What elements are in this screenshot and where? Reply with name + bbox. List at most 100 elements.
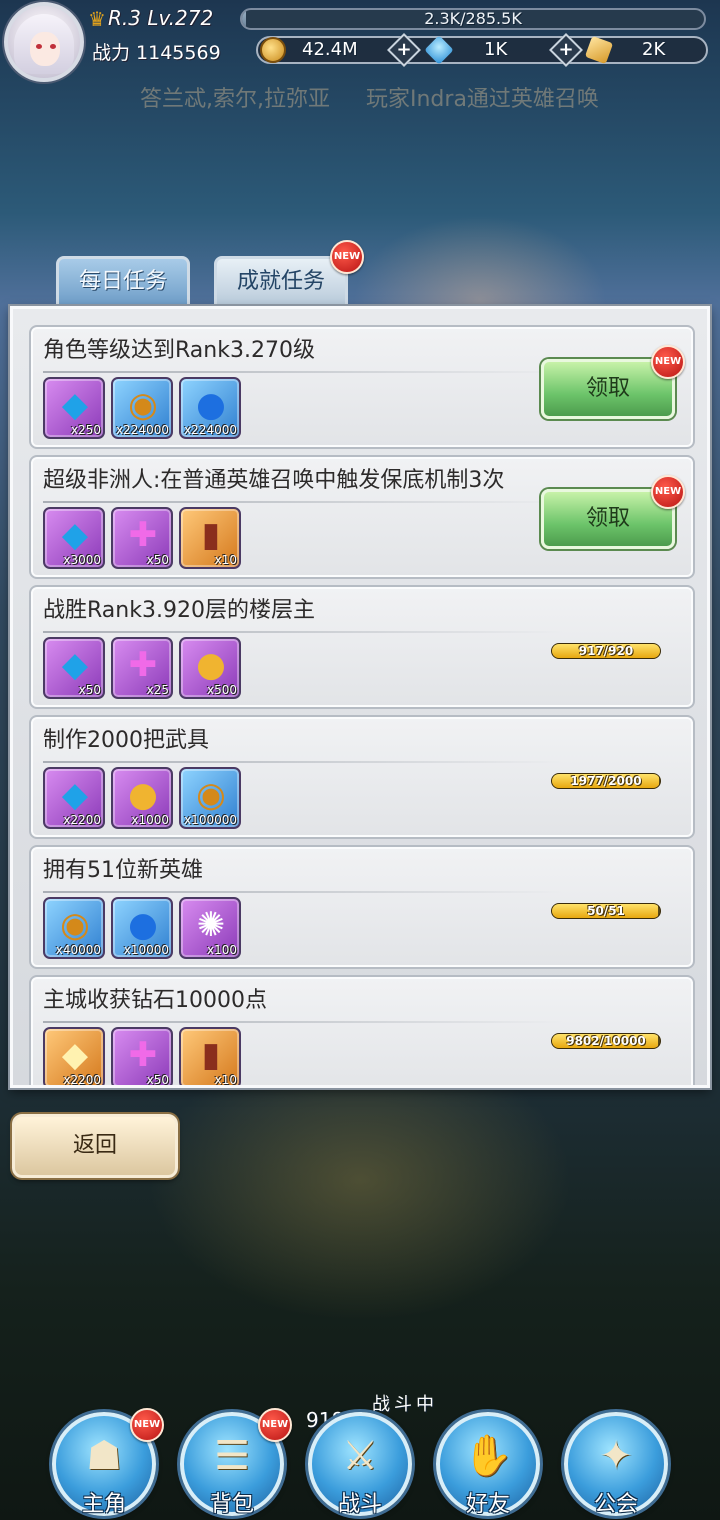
treasure-bag-icon: ● xyxy=(196,645,226,685)
potion-icon: ● xyxy=(128,905,158,945)
gold-coin-icon: ◉ xyxy=(196,775,226,815)
puzzle-icon: ✚ xyxy=(128,515,158,555)
reward-count: x1000 xyxy=(131,813,169,827)
reward-count: x3000 xyxy=(63,553,101,567)
task-title: 超级非洲人:在普通英雄召唤中触发保底机制3次 xyxy=(43,468,505,493)
reward-item[interactable]: ▮ x10 xyxy=(179,1027,241,1087)
reward-count: x10 xyxy=(214,553,237,567)
reward-count: x250 xyxy=(70,423,101,437)
reward-item[interactable]: ◉ x100000 xyxy=(179,767,241,829)
divider xyxy=(43,891,563,893)
reward-item[interactable]: ◉ x224000 xyxy=(111,377,173,439)
reward-item[interactable]: ◉ x40000 xyxy=(43,897,105,959)
reward-item[interactable]: ✚ x25 xyxy=(111,637,173,699)
reward-count: x224000 xyxy=(184,423,237,437)
reward-count: x10000 xyxy=(123,943,169,957)
reward-count: x50 xyxy=(78,683,101,697)
exp-text: 2.3K/285.5K xyxy=(424,9,522,28)
reward-count: x10 xyxy=(214,1073,237,1087)
reward-item[interactable]: ◆ x50 xyxy=(43,637,105,699)
tab-daily-quests[interactable]: 每日任务 xyxy=(56,256,190,308)
diamond-icon: ◆ xyxy=(61,645,89,685)
player-avatar[interactable] xyxy=(4,2,84,82)
reward-count: x500 xyxy=(206,683,237,697)
reward-item[interactable]: ● x1000 xyxy=(111,767,173,829)
task-card: 战胜Rank3.920层的楼层主 ◆ x50 ✚ x25 ● x500 917/920 xyxy=(29,585,695,709)
crown-icon: ♛ xyxy=(88,7,106,31)
task-title: 角色等级达到Rank3.270级 xyxy=(43,338,315,363)
task-card: 超级非洲人:在普通英雄召唤中触发保底机制3次 ◆ x3000 ✚ x50 ▮ x10 领取 NE… xyxy=(29,455,695,579)
diamond-icon: ◆ xyxy=(61,775,89,815)
helmet-icon: ☗ xyxy=(86,1433,122,1479)
tab-label: 成就任务 xyxy=(236,269,325,294)
diamond-icon: ◆ xyxy=(61,385,89,425)
gold-coin-icon: ◉ xyxy=(128,385,158,425)
reward-item[interactable]: ◆ x3000 xyxy=(43,507,105,569)
new-badge: NEW xyxy=(651,345,685,379)
currency-bar: 42.4M + 1K + 2K xyxy=(256,33,708,67)
task-title: 拥有51位新英雄 xyxy=(43,858,203,883)
reward-item[interactable]: ▮ x10 xyxy=(179,507,241,569)
tab-achievement-quests[interactable]: 成就任务 xyxy=(214,256,348,308)
new-badge: NEW xyxy=(330,240,364,274)
avatar-face xyxy=(30,32,60,66)
exp-bar: 2.3K/285.5K xyxy=(240,8,706,30)
divider xyxy=(43,1021,563,1023)
crystal-amount: 2K xyxy=(642,39,666,60)
nav-label: 公会 xyxy=(593,1492,638,1517)
reward-count: x50 xyxy=(146,1073,169,1087)
reward-item[interactable]: ✺ x100 xyxy=(179,897,241,959)
nav-friends-button[interactable]: ✋ 好友 xyxy=(436,1412,540,1517)
reward-item[interactable]: ◆ x250 xyxy=(43,377,105,439)
nav-label: 战斗 xyxy=(337,1492,382,1517)
treasure-bag-icon: ● xyxy=(128,775,158,815)
progress-text: 1977/2000 xyxy=(570,774,642,788)
reward-item[interactable]: ● x500 xyxy=(179,637,241,699)
nav-label: 好友 xyxy=(465,1492,510,1517)
add-gold-button[interactable]: + xyxy=(387,33,421,67)
task-title: 战胜Rank3.920层的楼层主 xyxy=(43,598,315,623)
nav-label: 主角 xyxy=(81,1492,126,1517)
rank-level: R.3 Lv.272 xyxy=(108,6,214,30)
nav-hero-button[interactable]: ☗ 主角 NEW xyxy=(52,1408,164,1517)
combat-power: 战力 1145569 xyxy=(92,42,221,64)
new-badge: NEW xyxy=(651,475,685,509)
add-diamond-button[interactable]: + xyxy=(549,33,583,67)
back-button[interactable]: 返回 xyxy=(12,1114,178,1178)
reward-item[interactable]: ✚ x50 xyxy=(111,507,173,569)
task-progress-bar: 917/920 xyxy=(551,643,661,659)
new-badge: NEW xyxy=(130,1408,164,1442)
potion-icon: ● xyxy=(196,385,226,425)
puzzle-icon: ✚ xyxy=(128,645,158,685)
reward-count: x224000 xyxy=(116,423,169,437)
nav-bag-button[interactable]: ☰ 背包 NEW xyxy=(180,1408,292,1517)
nav-battle-button[interactable]: ⚔ 战斗 xyxy=(308,1412,412,1517)
nav-guild-button[interactable]: ✦ 公会 xyxy=(564,1412,668,1517)
crystal-icon: ◆ xyxy=(61,1035,89,1075)
task-title: 制作2000把武具 xyxy=(43,728,209,753)
avatar-eye xyxy=(36,44,42,49)
reward-item[interactable]: ● x10000 xyxy=(111,897,173,959)
nav-label: 背包 xyxy=(209,1492,254,1517)
task-card: 角色等级达到Rank3.270级 ◆ x250 ◉ x224000 ● x224000 领取 N… xyxy=(29,325,695,449)
ticker-message: 答兰忒,索尔,拉弥亚 xyxy=(140,87,330,112)
reward-item[interactable]: ✚ x50 xyxy=(111,1027,173,1087)
divider xyxy=(43,631,563,633)
backpack-icon: ☰ xyxy=(214,1433,250,1479)
new-badge: NEW xyxy=(258,1408,292,1442)
task-progress-bar: 1977/2000 xyxy=(551,773,661,789)
reward-item[interactable]: ● x224000 xyxy=(179,377,241,439)
task-progress-bar: 50/51 xyxy=(551,903,661,919)
divider xyxy=(43,371,563,373)
top-bar: ♛ R.3 Lv.272 2.3K/285.5K 战力 1145569 42.4… xyxy=(0,0,720,82)
reward-item[interactable]: ◆ x2200 xyxy=(43,1027,105,1085)
diamond-icon: ◆ xyxy=(61,515,89,555)
crossed-swords-icon: ⚔ xyxy=(342,1433,378,1479)
gold-amount: 42.4M xyxy=(302,39,358,60)
reward-item[interactable]: ◆ x2200 xyxy=(43,767,105,829)
diamond-icon xyxy=(424,35,454,65)
reward-count: x2200 xyxy=(63,813,101,827)
progress-text: 9802/10000 xyxy=(566,1034,646,1048)
handshake-icon: ✋ xyxy=(463,1433,513,1479)
crystal-icon xyxy=(584,35,614,65)
